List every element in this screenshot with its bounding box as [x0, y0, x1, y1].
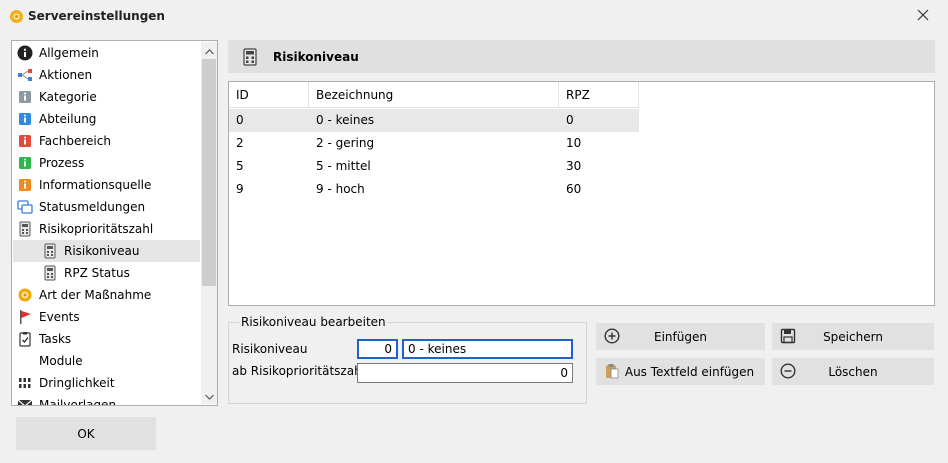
window-title: Servereinstellungen: [28, 9, 165, 23]
risk-level-id-input[interactable]: [357, 339, 398, 359]
chevron-down-icon: [204, 389, 214, 403]
calculator-icon: [42, 243, 58, 259]
nav-item-statusmeldungen[interactable]: Statusmeldungen: [13, 196, 200, 218]
envelope-icon: [17, 397, 33, 405]
calculator-icon: [17, 221, 33, 237]
table-row[interactable]: 2 2 - gering 10: [229, 132, 639, 155]
risk-level-name-input[interactable]: [402, 339, 573, 359]
flag-icon: [17, 309, 33, 325]
clipboard-check-icon: [17, 331, 33, 347]
nav-item-kategorie[interactable]: Kategorie: [13, 86, 200, 108]
chevron-up-icon: [204, 44, 214, 58]
risk-level-label: Risikoniveau: [232, 342, 308, 356]
info-tag-icon: [17, 89, 33, 105]
table-row[interactable]: 9 9 - hoch 60: [229, 178, 639, 201]
sun-gear-icon: [9, 9, 24, 24]
plus-circle-icon: [604, 328, 620, 344]
nav-item-module[interactable]: Module: [13, 350, 200, 372]
paste-from-textfield-button[interactable]: Aus Textfeld einfügen: [596, 358, 765, 385]
close-button[interactable]: [908, 3, 938, 29]
column-header-bezeichnung[interactable]: Bezeichnung: [309, 82, 559, 108]
gear-sun-icon: [17, 287, 33, 303]
table-row[interactable]: 0 0 - keines 0: [229, 109, 639, 132]
nav-item-rpz-status[interactable]: RPZ Status: [13, 262, 200, 284]
nav-item-events[interactable]: Events: [13, 306, 200, 328]
title-bar: Servereinstellungen: [0, 0, 948, 33]
panel-header: Risikoniveau: [228, 40, 935, 73]
calculator-icon: [42, 265, 58, 281]
nav-item-allgemein[interactable]: Allgemein: [13, 42, 200, 64]
table-header: ID Bezeichnung RPZ: [229, 82, 639, 108]
column-header-rpz[interactable]: RPZ: [559, 82, 639, 108]
edit-groupbox-legend: Risikoniveau bearbeiten: [239, 315, 388, 329]
nav-item-dringlichkeit[interactable]: Dringlichkeit: [13, 372, 200, 394]
nav-item-risikoniveau[interactable]: Risikoniveau: [13, 240, 200, 262]
nav-item-risikoprioritaetszahl[interactable]: Risikoprioritätszahl: [13, 218, 200, 240]
nav-item-prozess[interactable]: Prozess: [13, 152, 200, 174]
scroll-up-button[interactable]: [201, 42, 217, 59]
clipboard-paste-icon: [604, 363, 620, 379]
nav-item-art-der-massnahme[interactable]: Art der Maßnahme: [13, 284, 200, 306]
scroll-thumb[interactable]: [202, 59, 216, 286]
save-disk-icon: [780, 328, 796, 344]
info-tag-icon: [17, 177, 33, 193]
ok-button[interactable]: OK: [16, 417, 156, 450]
calculator-icon: [242, 48, 258, 69]
close-icon: [917, 9, 929, 24]
save-button[interactable]: Speichern: [772, 323, 934, 350]
panel-title: Risikoniveau: [273, 50, 359, 64]
nav-item-tasks[interactable]: Tasks: [13, 328, 200, 350]
risk-level-table[interactable]: ID Bezeichnung RPZ 0 0 - keines 0 2 2 - …: [228, 81, 935, 306]
info-tag-icon: [17, 155, 33, 171]
tree-scrollbar[interactable]: [201, 42, 217, 404]
nav-item-abteilung[interactable]: Abteilung: [13, 108, 200, 130]
threshold-input[interactable]: [357, 363, 573, 383]
nav-item-informationsquelle[interactable]: Informationsquelle: [13, 174, 200, 196]
info-circle-icon: [17, 45, 33, 61]
delete-button[interactable]: Löschen: [772, 358, 934, 385]
nav-item-mailvorlagen[interactable]: Mailvorlagen: [13, 394, 200, 405]
workflow-icon: [17, 67, 33, 83]
minus-circle-icon: [780, 363, 796, 379]
binary-icon: [17, 375, 33, 391]
insert-button[interactable]: Einfügen: [596, 323, 765, 350]
nav-item-fachbereich[interactable]: Fachbereich: [13, 130, 200, 152]
chat-bubbles-icon: [17, 199, 33, 215]
scroll-down-button[interactable]: [201, 387, 217, 404]
threshold-label: ab Risikoprioritätszahl: [232, 364, 366, 378]
info-tag-icon: [17, 111, 33, 127]
table-row[interactable]: 5 5 - mittel 30: [229, 155, 639, 178]
settings-tree[interactable]: Allgemein Aktionen Kategorie Abteilung F…: [11, 40, 218, 406]
column-header-id[interactable]: ID: [229, 82, 309, 108]
info-tag-icon: [17, 133, 33, 149]
nav-item-aktionen[interactable]: Aktionen: [13, 64, 200, 86]
